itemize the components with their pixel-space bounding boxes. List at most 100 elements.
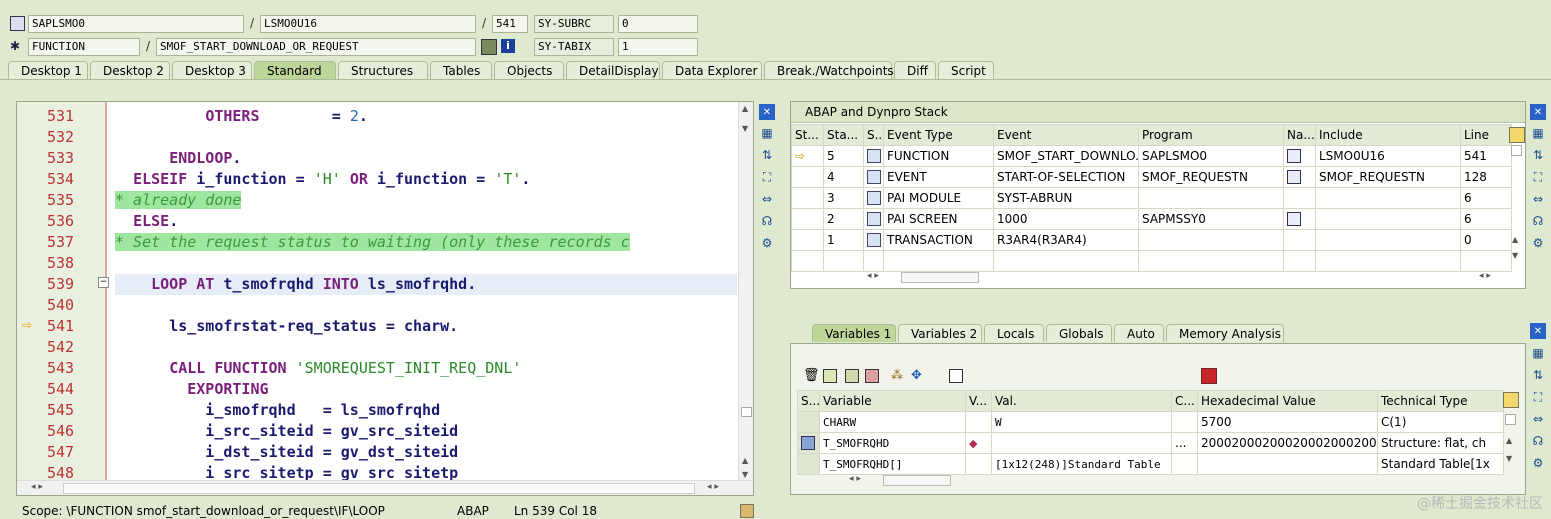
code-line[interactable]: 545 i_smofrqhd = ls_smofrqhd: [17, 400, 753, 421]
maximize-icon[interactable]: ⛶: [1530, 169, 1546, 185]
col-header[interactable]: Sta...: [823, 124, 864, 146]
table-row[interactable]: 4 EVENT START-OF-SELECTION SMOF_REQUESTN SMO…: [791, 166, 1512, 188]
editor-settings-icon[interactable]: [740, 504, 754, 518]
table-row[interactable]: T_SMOFRQHD[] [1x12(248)]Standard Table Sta…: [797, 453, 1504, 475]
tab-diff[interactable]: Diff: [894, 61, 936, 79]
import-icon[interactable]: [845, 369, 859, 383]
code-line[interactable]: 535 * already done: [17, 190, 753, 211]
cell-val[interactable]: [991, 432, 1172, 454]
table-row[interactable]: 1 TRANSACTION R3AR4(R3AR4) 0: [791, 229, 1512, 251]
code-line[interactable]: 539 LOOP AT t_smofrqhd INTO ls_smofrqhd.: [17, 274, 753, 295]
code-line[interactable]: 536 ELSE.: [17, 211, 753, 232]
table-row[interactable]: 3 PAI MODULE SYST-ABRUN 6: [791, 187, 1512, 209]
include-field[interactable]: LSMO0U16: [260, 15, 476, 33]
tab-desktop-1[interactable]: Desktop 1: [8, 61, 88, 79]
resize-icon[interactable]: ⇔: [1530, 411, 1546, 427]
detail-icon[interactable]: [823, 369, 837, 383]
tab-variables-1[interactable]: Variables 1: [812, 324, 896, 342]
col-header[interactable]: Event: [993, 124, 1139, 146]
code-line[interactable]: 531 OTHERS = 2.: [17, 106, 753, 127]
table-row[interactable]: CHARW W 5700 C(1): [797, 411, 1504, 433]
tab-objects[interactable]: Objects: [494, 61, 564, 79]
cell-name[interactable]: CHARW: [819, 411, 966, 433]
sy-tabix-field[interactable]: 1: [618, 38, 698, 56]
col-header[interactable]: Program: [1138, 124, 1284, 146]
code-line[interactable]: 540: [17, 295, 753, 316]
code-line[interactable]: 533 ENDLOOP.: [17, 148, 753, 169]
cell-name[interactable]: T_SMOFRQHD[]: [819, 453, 966, 475]
cell-name[interactable]: T_SMOFRQHD: [819, 432, 966, 454]
close-icon[interactable]: ✕: [1530, 104, 1546, 120]
info-icon[interactable]: i: [501, 39, 515, 53]
col-header[interactable]: S...: [863, 124, 884, 146]
navigate-icon[interactable]: [481, 39, 497, 55]
editor-vertical-scrollbar[interactable]: ▲ ▼ ▲ ▼: [738, 102, 753, 483]
tab-memory-analysis[interactable]: Memory Analysis: [1166, 324, 1284, 342]
line-field[interactable]: 541: [492, 15, 528, 33]
resize-icon[interactable]: ⇔: [1530, 191, 1546, 207]
col-header[interactable]: S...: [797, 390, 820, 412]
tab-detaildisplay[interactable]: DetailDisplay: [566, 61, 660, 79]
services-icon[interactable]: ☊: [1530, 213, 1546, 229]
swap-tool-icon[interactable]: ⇅: [759, 147, 775, 163]
settings-icon[interactable]: ⚙: [759, 235, 775, 251]
maximize-icon[interactable]: ⛶: [1530, 389, 1546, 405]
col-header[interactable]: Hexadecimal Value: [1197, 390, 1378, 412]
kind-field[interactable]: FUNCTION: [28, 38, 140, 56]
code-line[interactable]: 543 CALL FUNCTION 'SMOREQUEST_INIT_REQ_D…: [17, 358, 753, 379]
tab-variables-2[interactable]: Variables 2: [898, 324, 982, 342]
col-header[interactable]: Technical Type: [1377, 390, 1504, 412]
layout-grid-icon[interactable]: [1509, 127, 1525, 143]
table-row[interactable]: 2 PAI SCREEN 1000 SAPMSSY0 6: [791, 208, 1512, 230]
close-icon[interactable]: ✕: [759, 104, 775, 120]
program-field[interactable]: SAPLSMO0: [28, 15, 244, 33]
tab-structures[interactable]: Structures: [338, 61, 428, 79]
resize-icon[interactable]: ⇔: [759, 191, 775, 207]
code-line[interactable]: 538: [17, 253, 753, 274]
stack-horizontal-scrollbar[interactable]: ◂ ▸ ◂ ▸: [867, 271, 1507, 283]
settings-icon[interactable]: ⚙: [1530, 235, 1546, 251]
cell-val[interactable]: W: [991, 411, 1172, 433]
col-header[interactable]: Na...: [1283, 124, 1316, 146]
code-line[interactable]: 537 * Set the request status to waiting (…: [17, 232, 753, 253]
tab-script[interactable]: Script: [938, 61, 994, 79]
save-variant-icon[interactable]: [865, 369, 879, 383]
select-icon[interactable]: [949, 369, 963, 383]
code-line[interactable]: 541 ls_smofrstat-req_status = charw.: [17, 316, 753, 337]
collapse-block-icon[interactable]: −: [98, 277, 109, 288]
sy-subrc-field[interactable]: 0: [618, 15, 698, 33]
vars-horizontal-scrollbar[interactable]: ◂ ▸: [849, 474, 1269, 486]
navigate-icon[interactable]: [1283, 208, 1316, 230]
tab-auto[interactable]: Auto: [1114, 324, 1164, 342]
name-field[interactable]: SMOF_START_DOWNLOAD_OR_REQUEST: [156, 38, 476, 56]
new-tool-icon[interactable]: ▦: [1530, 125, 1546, 141]
code-line[interactable]: 542: [17, 337, 753, 358]
table-row[interactable]: T_SMOFRQHD ◆... 200020002000200020002000..…: [797, 432, 1504, 454]
code-line[interactable]: 544 EXPORTING: [17, 379, 753, 400]
move-icon[interactable]: ✥: [911, 368, 922, 383]
table-row[interactable]: ⇨ 5 FUNCTION SMOF_START_DOWNLO... SAPLSMO0 LS…: [791, 145, 1512, 167]
col-header[interactable]: V...: [965, 390, 992, 412]
code-line[interactable]: 547 i_dst_siteid = gv_dst_siteid: [17, 442, 753, 463]
navigate-icon[interactable]: [1283, 166, 1316, 188]
services-icon[interactable]: ☊: [759, 213, 775, 229]
maximize-icon[interactable]: ⛶: [759, 169, 775, 185]
tab-globals[interactable]: Globals: [1046, 324, 1112, 342]
col-header[interactable]: C...: [1171, 390, 1198, 412]
swap-tool-icon[interactable]: ⇅: [1530, 147, 1546, 163]
code-line[interactable]: 532: [17, 127, 753, 148]
col-header[interactable]: Include: [1315, 124, 1461, 146]
code-line[interactable]: 546 i_src_siteid = gv_src_siteid: [17, 421, 753, 442]
tab-desktop-3[interactable]: Desktop 3: [172, 61, 252, 79]
tab-standard[interactable]: Standard: [254, 61, 336, 79]
group-icon[interactable]: ⁂: [891, 368, 903, 382]
tab-desktop-2[interactable]: Desktop 2: [90, 61, 170, 79]
tab-breakpoints[interactable]: Break./Watchpoints: [764, 61, 894, 79]
col-header[interactable]: Line: [1460, 124, 1512, 146]
new-tool-icon[interactable]: ▦: [759, 125, 775, 141]
vars-vertical-scrollbar[interactable]: ▲ ▼: [1503, 414, 1517, 474]
source-code-editor[interactable]: 531 OTHERS = 2. 532 533 ENDLOOP. 534 ELSEIF…: [16, 101, 754, 496]
settings-icon[interactable]: ⚙: [1530, 455, 1546, 471]
cell-val[interactable]: [1x12(248)]Standard Table: [991, 453, 1172, 475]
editor-horizontal-scrollbar[interactable]: ◂ ▸ ◂ ▸: [17, 480, 753, 495]
